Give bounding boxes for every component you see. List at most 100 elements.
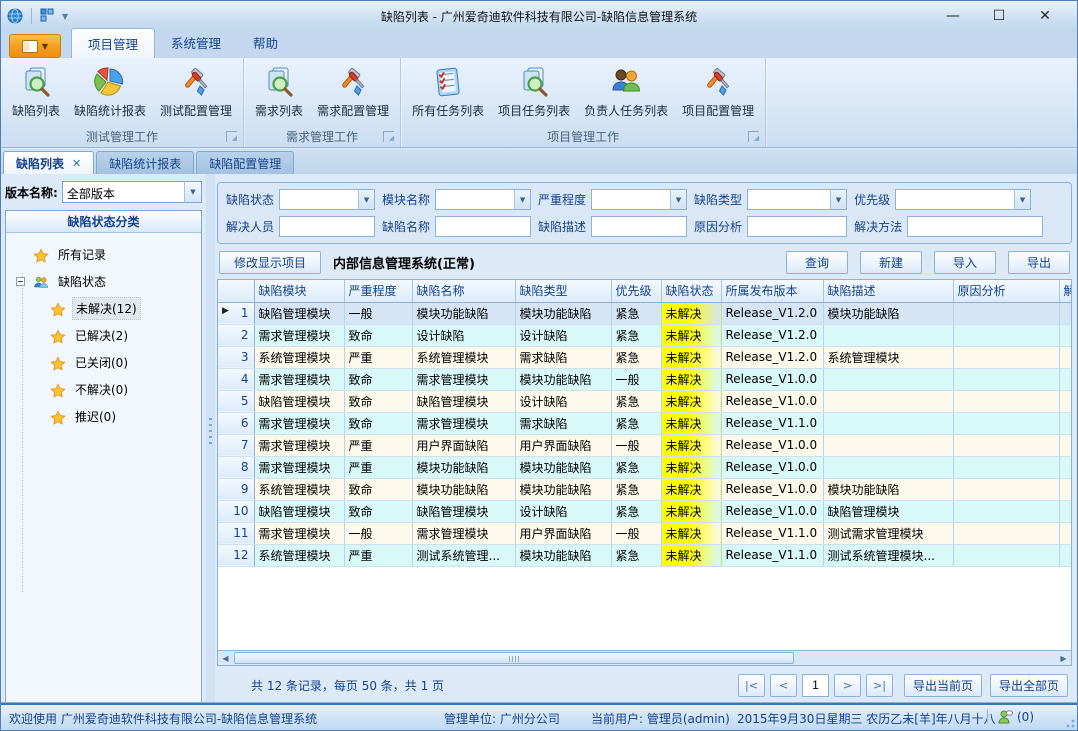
last-page-button[interactable]: >| bbox=[866, 674, 893, 697]
filter-module-name-input[interactable] bbox=[436, 190, 514, 209]
close-button[interactable]: ✕ bbox=[1029, 5, 1061, 27]
export-button[interactable]: 导出 bbox=[1008, 251, 1070, 274]
table-row[interactable]: 11需求管理模块一般需求管理模块用户界面缺陷一般未解决Release_V1.1.… bbox=[218, 522, 1071, 544]
test-config-mgmt-button[interactable]: 测试配置管理 bbox=[155, 62, 237, 122]
tree-item-unresolved[interactable]: 未解决(12) bbox=[16, 295, 201, 322]
version-dropdown-icon[interactable]: ▼ bbox=[184, 182, 201, 202]
filter-defect-desc[interactable] bbox=[591, 216, 687, 237]
filter-defect-type-input[interactable] bbox=[748, 190, 830, 209]
page-number-input[interactable] bbox=[802, 674, 829, 697]
column-header-5[interactable]: 缺陷状态 bbox=[661, 280, 721, 302]
new-button[interactable]: 新建 bbox=[860, 251, 922, 274]
table-row[interactable]: 2需求管理模块致命设计缺陷设计缺陷紧急未解决Release_V1.2.0 bbox=[218, 324, 1071, 346]
quick-access-dropdown-icon[interactable]: ▼ bbox=[62, 12, 68, 21]
tree-item-defect-status[interactable]: 缺陷状态 bbox=[16, 268, 201, 295]
tab-help[interactable]: 帮助 bbox=[237, 28, 294, 58]
minimize-button[interactable]: — bbox=[937, 5, 969, 27]
dropdown-icon[interactable]: ▼ bbox=[514, 190, 530, 209]
dialog-launcher-icon[interactable]: ◢ bbox=[748, 131, 759, 142]
version-combobox[interactable]: 全部版本 ▼ bbox=[62, 181, 202, 203]
column-header-2[interactable]: 缺陷名称 bbox=[412, 280, 515, 302]
filter-priority-input[interactable] bbox=[896, 190, 1014, 209]
doctab-defect-list[interactable]: 缺陷列表✕ bbox=[3, 151, 94, 174]
table-row[interactable]: 8需求管理模块严重模块功能缺陷模块功能缺陷紧急未解决Release_V1.0.0 bbox=[218, 456, 1071, 478]
column-header-8[interactable]: 原因分析 bbox=[953, 280, 1059, 302]
doctab-defect-config-mgmt[interactable]: 缺陷配置管理 bbox=[196, 151, 294, 174]
tree-item-all-records[interactable]: 所有记录 bbox=[16, 241, 201, 268]
column-header-1[interactable]: 严重程度 bbox=[344, 280, 412, 302]
table-row[interactable]: 7需求管理模块严重用户界面缺陷用户界面缺陷一般未解决Release_V1.0.0 bbox=[218, 434, 1071, 456]
tab-project-mgmt[interactable]: 项目管理 bbox=[71, 28, 155, 58]
column-header-4[interactable]: 优先级 bbox=[611, 280, 661, 302]
filter-solution-input[interactable] bbox=[908, 217, 1042, 236]
dropdown-icon[interactable]: ▼ bbox=[358, 190, 374, 209]
resize-grip-icon[interactable] bbox=[1063, 716, 1075, 728]
filter-priority[interactable]: ▼ bbox=[895, 189, 1031, 210]
project-tasks-list-button[interactable]: 项目任务列表 bbox=[493, 62, 575, 122]
tree-item-closed[interactable]: 已关闭(0) bbox=[16, 349, 201, 376]
tree-item-wontfix[interactable]: 不解决(0) bbox=[16, 376, 201, 403]
export-current-page-button[interactable]: 导出当前页 bbox=[904, 674, 982, 697]
next-page-button[interactable]: > bbox=[834, 674, 861, 697]
filter-module-name[interactable]: ▼ bbox=[435, 189, 531, 210]
prev-page-button[interactable]: < bbox=[770, 674, 797, 697]
filter-defect-desc-input[interactable] bbox=[592, 217, 686, 236]
requirement-config-mgmt-button[interactable]: 需求配置管理 bbox=[312, 62, 394, 122]
table-row[interactable]: 5缺陷管理模块致命缺陷管理模块设计缺陷紧急未解决Release_V1.0.0 bbox=[218, 390, 1071, 412]
filter-cause-analysis[interactable] bbox=[747, 216, 847, 237]
filter-defect-type[interactable]: ▼ bbox=[747, 189, 847, 210]
requirement-list-button[interactable]: 需求列表 bbox=[250, 62, 308, 122]
table-row[interactable]: 3系统管理模块严重系统管理模块需求缺陷紧急未解决Release_V1.2.0系统… bbox=[218, 346, 1071, 368]
filter-defect-name-input[interactable] bbox=[436, 217, 530, 236]
dropdown-icon[interactable]: ▼ bbox=[670, 190, 686, 209]
dropdown-icon[interactable]: ▼ bbox=[830, 190, 846, 209]
maximize-button[interactable]: ☐ bbox=[983, 5, 1015, 27]
online-users-icon[interactable] bbox=[997, 709, 1013, 725]
table-row[interactable]: 9系统管理模块致命模块功能缺陷模块功能缺陷紧急未解决Release_V1.0.0… bbox=[218, 478, 1071, 500]
first-page-button[interactable]: |< bbox=[738, 674, 765, 697]
dialog-launcher-icon[interactable]: ◢ bbox=[383, 131, 394, 142]
project-config-mgmt-button[interactable]: 项目配置管理 bbox=[677, 62, 759, 122]
tab-system-mgmt[interactable]: 系统管理 bbox=[155, 28, 237, 58]
filter-severity-input[interactable] bbox=[592, 190, 670, 209]
tree-item-postponed[interactable]: 推迟(0) bbox=[16, 403, 201, 430]
table-row[interactable]: 12系统管理模块严重测试系统管理...模块功能缺陷紧急未解决Release_V1… bbox=[218, 544, 1071, 566]
tree-item-resolved[interactable]: 已解决(2) bbox=[16, 322, 201, 349]
defect-stats-report-button[interactable]: 缺陷统计报表 bbox=[69, 62, 151, 122]
filter-defect-name[interactable] bbox=[435, 216, 531, 237]
close-tab-icon[interactable]: ✕ bbox=[72, 157, 81, 170]
modify-display-button[interactable]: 修改显示项目 bbox=[219, 251, 321, 274]
table-row[interactable]: 6需求管理模块致命需求管理模块需求缺陷紧急未解决Release_V1.1.0 bbox=[218, 412, 1071, 434]
table-row[interactable]: 4需求管理模块致命需求管理模块模块功能缺陷一般未解决Release_V1.0.0 bbox=[218, 368, 1071, 390]
import-button[interactable]: 导入 bbox=[934, 251, 996, 274]
dialog-launcher-icon[interactable]: ◢ bbox=[226, 131, 237, 142]
column-header-7[interactable]: 缺陷描述 bbox=[823, 280, 953, 302]
filter-cause-analysis-input[interactable] bbox=[748, 217, 846, 236]
scroll-right-icon[interactable]: ▶ bbox=[1056, 651, 1071, 665]
query-button[interactable]: 查询 bbox=[786, 251, 848, 274]
column-header-3[interactable]: 缺陷类型 bbox=[515, 280, 611, 302]
filter-solution[interactable] bbox=[907, 216, 1043, 237]
owner-tasks-list-button[interactable]: 负责人任务列表 bbox=[579, 62, 673, 122]
application-menu-button[interactable]: ▼ bbox=[9, 34, 61, 58]
doctab-defect-stats-report[interactable]: 缺陷统计报表 bbox=[96, 151, 194, 174]
all-tasks-list-button[interactable]: 所有任务列表 bbox=[407, 62, 489, 122]
defect-list-button[interactable]: 缺陷列表 bbox=[7, 62, 65, 122]
collapse-box-icon[interactable] bbox=[16, 277, 25, 286]
horizontal-scrollbar[interactable]: ◀ ▶ bbox=[218, 650, 1071, 665]
column-header-0[interactable]: 缺陷模块 bbox=[254, 280, 344, 302]
quick-access-layout-icon[interactable] bbox=[40, 8, 56, 24]
export-all-pages-button[interactable]: 导出全部页 bbox=[990, 674, 1068, 697]
dropdown-icon[interactable]: ▼ bbox=[1014, 190, 1030, 209]
scroll-left-icon[interactable]: ◀ bbox=[218, 651, 233, 665]
scrollbar-thumb[interactable] bbox=[234, 652, 794, 664]
filter-resolver-input[interactable] bbox=[280, 217, 374, 236]
filter-defect-status-input[interactable] bbox=[280, 190, 358, 209]
filter-severity[interactable]: ▼ bbox=[591, 189, 687, 210]
sidebar-splitter[interactable] bbox=[206, 174, 215, 704]
column-header-9[interactable]: 解决 bbox=[1059, 280, 1071, 302]
table-row[interactable]: 10缺陷管理模块致命缺陷管理模块设计缺陷紧急未解决Release_V1.0.0缺… bbox=[218, 500, 1071, 522]
filter-resolver[interactable] bbox=[279, 216, 375, 237]
table-row[interactable]: ▶1缺陷管理模块一般模块功能缺陷模块功能缺陷紧急未解决Release_V1.2.… bbox=[218, 302, 1071, 324]
filter-defect-status[interactable]: ▼ bbox=[279, 189, 375, 210]
